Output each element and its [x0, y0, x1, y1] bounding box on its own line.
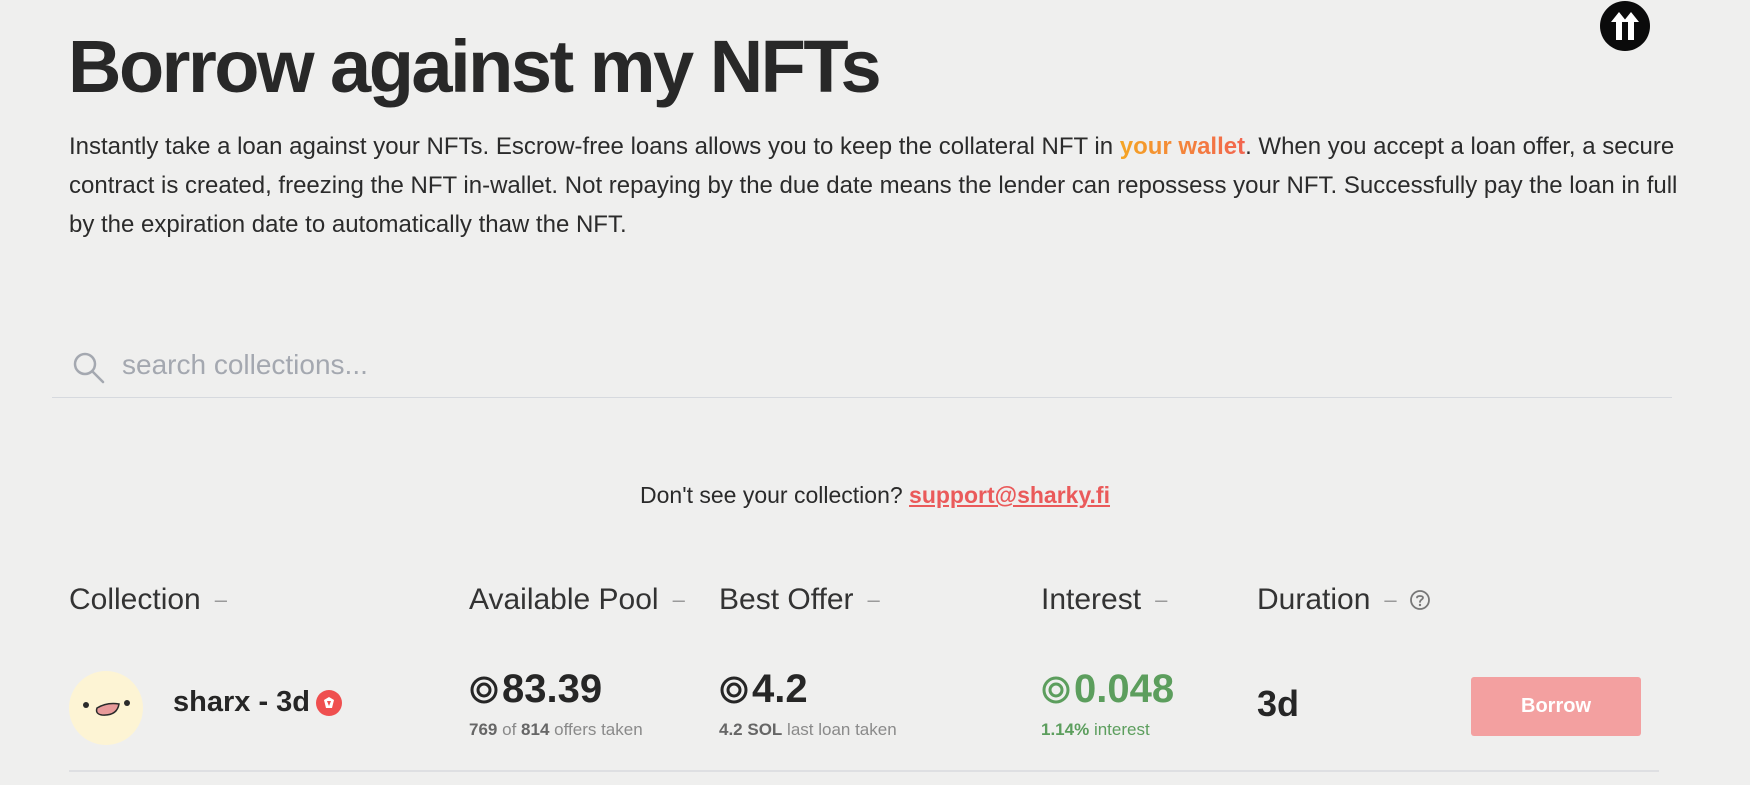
offers-taken-count: 769: [469, 720, 498, 739]
interest-amount: 0.048: [1074, 667, 1175, 711]
verified-badge-icon: [316, 689, 342, 716]
available-pool-amount: 83.39: [502, 667, 603, 711]
search-icon: [73, 352, 105, 384]
support-text: Don't see your collection?: [640, 482, 910, 508]
intro-text-start: Instantly take a loan against your NFTs.…: [69, 133, 1120, 160]
collection-name[interactable]: sharx - 3d: [173, 686, 342, 719]
header-duration[interactable]: Duration –: [1257, 583, 1431, 617]
sort-indicator: –: [672, 587, 685, 612]
interest-percent: 1.14%: [1041, 720, 1090, 739]
interest-value: 0.048: [1041, 667, 1174, 712]
best-offer-amount: 4.2: [752, 667, 808, 711]
support-message: Don't see your collection? support@shark…: [0, 482, 1750, 509]
sol-coin-icon: [1041, 675, 1071, 705]
header-collection[interactable]: Collection –: [69, 583, 227, 617]
search-bar: [52, 340, 1672, 398]
header-duration-label: Duration: [1257, 583, 1371, 616]
header-available-pool-label: Available Pool: [469, 583, 659, 616]
last-loan-suffix: last loan taken: [787, 720, 897, 739]
page-title: Borrow against my NFTs: [68, 25, 882, 108]
intro-text: Instantly take a loan against your NFTs.…: [69, 127, 1679, 244]
sort-indicator: –: [214, 587, 227, 612]
header-interest-label: Interest: [1041, 583, 1142, 616]
avatar: [69, 671, 143, 745]
wallet-highlight: your wallet: [1119, 133, 1246, 160]
sol-coin-icon: [719, 675, 749, 705]
support-email-link[interactable]: support@sharky.fi: [909, 482, 1110, 508]
header-best-offer-label: Best Offer: [719, 583, 854, 616]
interest-rate: 1.14% interest: [1041, 720, 1150, 740]
header-collection-label: Collection: [69, 583, 201, 616]
available-pool-value: 83.39: [469, 667, 602, 712]
header-interest[interactable]: Interest –: [1041, 583, 1167, 617]
last-loan: 4.2 SOL last loan taken: [719, 720, 897, 740]
offers-total-count: 814: [521, 720, 550, 739]
search-input[interactable]: [120, 346, 1624, 384]
header-available-pool[interactable]: Available Pool –: [469, 583, 685, 617]
duration-value: 3d: [1257, 683, 1300, 724]
sort-indicator: –: [1155, 587, 1168, 612]
sort-indicator: –: [1384, 587, 1397, 612]
best-offer-value: 4.2: [719, 667, 808, 712]
sort-indicator: –: [867, 587, 880, 612]
sol-coin-icon: [469, 675, 499, 705]
last-loan-amount: 4.2 SOL: [719, 720, 783, 739]
offers-taken-suffix: offers taken: [554, 720, 643, 739]
offers-of-label: of: [502, 720, 517, 739]
header-best-offer[interactable]: Best Offer –: [719, 583, 880, 617]
interest-suffix: interest: [1093, 720, 1150, 739]
collection-name-label: sharx - 3d: [173, 686, 310, 718]
question-circle-icon[interactable]: [1409, 589, 1431, 611]
row-divider: [69, 770, 1659, 772]
arrows-up-icon: [1611, 12, 1639, 40]
borrow-button[interactable]: Borrow: [1471, 677, 1641, 736]
scroll-top-button[interactable]: [1600, 1, 1650, 51]
offers-taken: 769 of 814 offers taken: [469, 720, 643, 740]
